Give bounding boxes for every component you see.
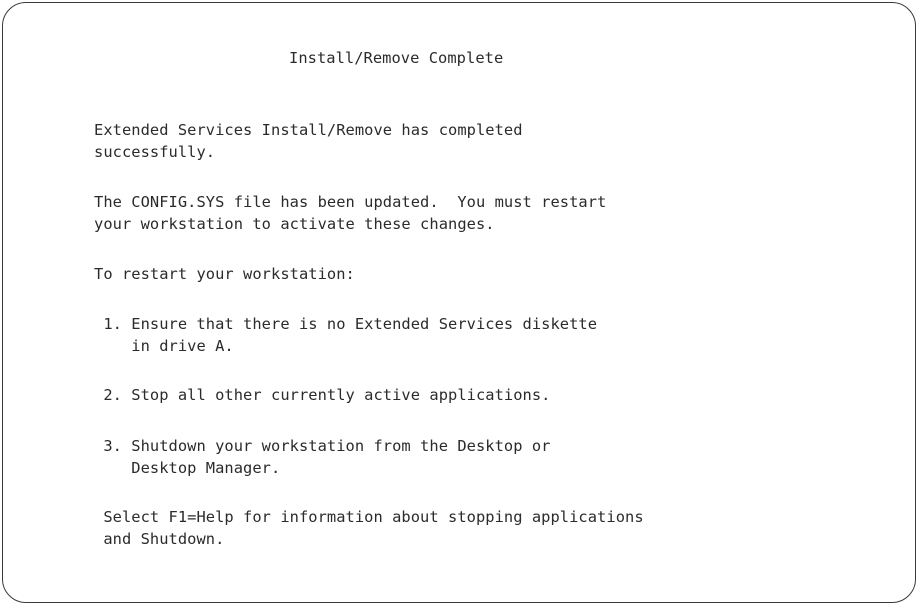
step-2-line-1: 2. Stop all other currently active appli… xyxy=(94,386,551,404)
config-message-line-2: your workstation to activate these chang… xyxy=(94,215,495,233)
help-line-1: Select F1=Help for information about sto… xyxy=(94,508,644,526)
completion-message-line-1: Extended Services Install/Remove has com… xyxy=(94,121,523,139)
completion-message-line-2: successfully. xyxy=(94,143,216,161)
config-message-line-1: The CONFIG.SYS file has been updated. Yo… xyxy=(94,193,607,211)
step-3-line-1: 3. Shutdown your workstation from the De… xyxy=(94,437,551,455)
step-1-line-1: 1. Ensure that there is no Extended Serv… xyxy=(94,315,598,333)
panel-title: Install/Remove Complete xyxy=(289,49,504,67)
step-1-line-2: in drive A. xyxy=(94,337,234,355)
restart-heading: To restart your workstation: xyxy=(94,265,355,283)
help-line-2: and Shutdown. xyxy=(94,530,225,548)
install-complete-panel: Install/Remove Complete Extended Service… xyxy=(2,2,916,603)
step-3-line-2: Desktop Manager. xyxy=(94,459,281,477)
